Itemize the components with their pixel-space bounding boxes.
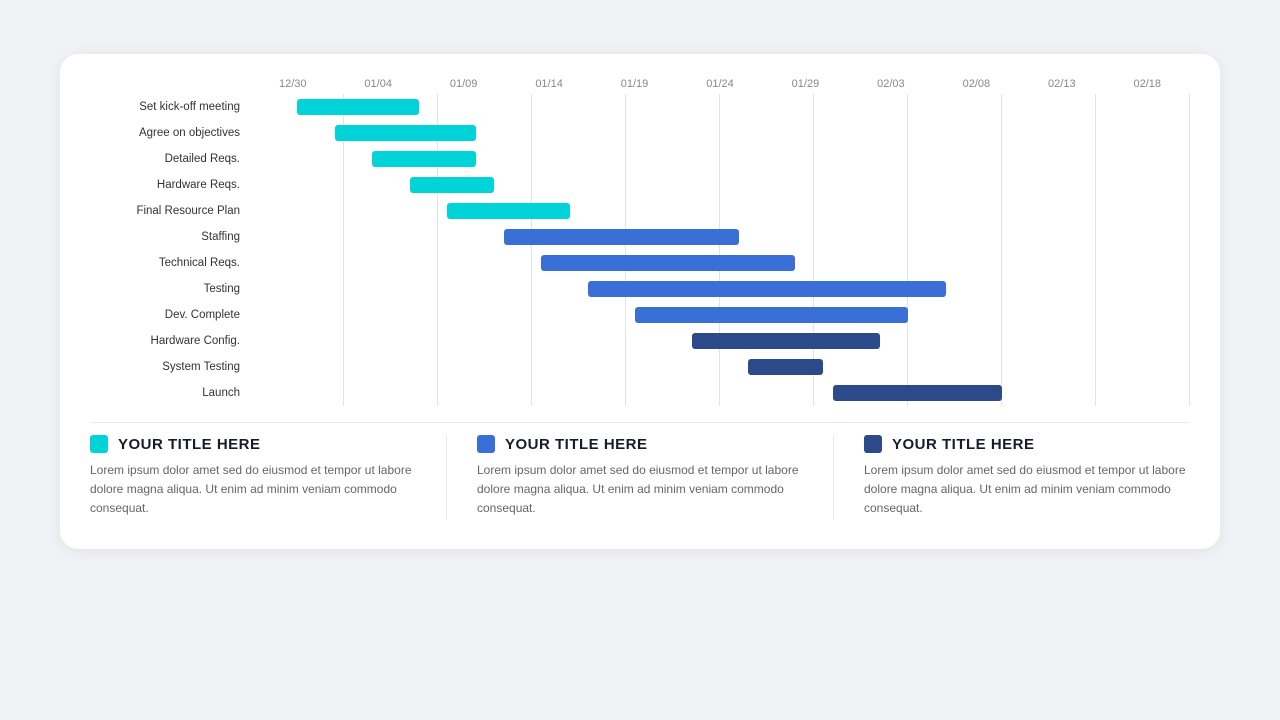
- section-title-row: YOUR TITLE HERE: [477, 435, 803, 453]
- gantt-col-label: 01/04: [335, 78, 420, 90]
- gantt-task-label: Detailed Reqs.: [90, 153, 250, 165]
- gantt-grid-cell: [250, 198, 1190, 224]
- gantt-grid-cell: [250, 380, 1190, 406]
- gantt-col-label: 12/30: [250, 78, 335, 90]
- vertical-separator: [833, 435, 834, 519]
- gantt-rows: Set kick-off meeting Agree on objectives D…: [90, 94, 1190, 406]
- section-title: YOUR TITLE HERE: [505, 436, 648, 453]
- main-card: 12/3001/0401/0901/1401/1901/2401/2902/03…: [60, 54, 1220, 549]
- gantt-grid-cell: [250, 276, 1190, 302]
- gantt-task-label: Launch: [90, 387, 250, 399]
- gantt-row: Detailed Reqs.: [90, 146, 1190, 172]
- gantt-bar: [635, 307, 908, 323]
- gantt-col-label: 01/29: [763, 78, 848, 90]
- gantt-bar: [833, 385, 1002, 401]
- gantt-task-label: Staffing: [90, 231, 250, 243]
- gantt-task-label: Agree on objectives: [90, 127, 250, 139]
- section-title: YOUR TITLE HERE: [118, 436, 261, 453]
- bottom-section-3: YOUR TITLE HERE Lorem ipsum dolor amet se…: [844, 435, 1190, 519]
- bottom-section-2: YOUR TITLE HERE Lorem ipsum dolor amet se…: [457, 435, 823, 519]
- gantt-col-label: 01/24: [677, 78, 762, 90]
- gantt-bar: [748, 359, 823, 375]
- section-body: Lorem ipsum dolor amet sed do eiusmod et…: [90, 461, 416, 519]
- gantt-grid-cell: [250, 94, 1190, 120]
- gantt-col-label: 02/18: [1105, 78, 1190, 90]
- gantt-bar: [541, 255, 795, 271]
- gantt-bar: [410, 177, 495, 193]
- gantt-col-label: 02/03: [848, 78, 933, 90]
- gantt-row: Final Resource Plan: [90, 198, 1190, 224]
- gantt-row: Staffing: [90, 224, 1190, 250]
- gantt-col-label: 01/09: [421, 78, 506, 90]
- section-color-icon: [90, 435, 108, 453]
- gantt-task-label: Testing: [90, 283, 250, 295]
- section-divider: [90, 422, 1190, 423]
- gantt-bar: [692, 333, 880, 349]
- gantt-row: Testing: [90, 276, 1190, 302]
- vertical-separator: [446, 435, 447, 519]
- section-color-icon: [477, 435, 495, 453]
- slide: 12/3001/0401/0901/1401/1901/2401/2902/03…: [0, 0, 1280, 720]
- gantt-grid-cell: [250, 146, 1190, 172]
- gantt-col-label: 01/19: [592, 78, 677, 90]
- section-title: YOUR TITLE HERE: [892, 436, 1035, 453]
- gantt-row: Launch: [90, 380, 1190, 406]
- gantt-row: Agree on objectives: [90, 120, 1190, 146]
- gantt-row: Set kick-off meeting: [90, 94, 1190, 120]
- gantt-grid-cell: [250, 224, 1190, 250]
- gantt-grid-cell: [250, 354, 1190, 380]
- gantt-header: 12/3001/0401/0901/1401/1901/2401/2902/03…: [250, 78, 1190, 90]
- gantt-col-label: 02/08: [934, 78, 1019, 90]
- gantt-row: Technical Reqs.: [90, 250, 1190, 276]
- gantt-task-label: Hardware Reqs.: [90, 179, 250, 191]
- section-title-row: YOUR TITLE HERE: [90, 435, 416, 453]
- bottom-grid: YOUR TITLE HERE Lorem ipsum dolor amet se…: [90, 435, 1190, 519]
- gantt-task-label: Technical Reqs.: [90, 257, 250, 269]
- gantt-chart: 12/3001/0401/0901/1401/1901/2401/2902/03…: [90, 78, 1190, 406]
- gantt-bar: [588, 281, 945, 297]
- gantt-grid-cell: [250, 302, 1190, 328]
- gantt-bar: [447, 203, 569, 219]
- gantt-col-label: 02/13: [1019, 78, 1104, 90]
- gantt-bar: [372, 151, 475, 167]
- section-title-row: YOUR TITLE HERE: [864, 435, 1190, 453]
- gantt-task-label: System Testing: [90, 361, 250, 373]
- gantt-task-label: Hardware Config.: [90, 335, 250, 347]
- gantt-row: Hardware Config.: [90, 328, 1190, 354]
- gantt-task-label: Final Resource Plan: [90, 205, 250, 217]
- gantt-grid-cell: [250, 172, 1190, 198]
- gantt-bar: [297, 99, 419, 115]
- gantt-bar: [504, 229, 739, 245]
- section-color-icon: [864, 435, 882, 453]
- gantt-col-label: 01/14: [506, 78, 591, 90]
- gantt-grid-cell: [250, 120, 1190, 146]
- gantt-bar: [335, 125, 476, 141]
- bottom-section-1: YOUR TITLE HERE Lorem ipsum dolor amet se…: [90, 435, 436, 519]
- gantt-task-label: Set kick-off meeting: [90, 101, 250, 113]
- gantt-row: Hardware Reqs.: [90, 172, 1190, 198]
- gantt-grid-cell: [250, 250, 1190, 276]
- gantt-row: System Testing: [90, 354, 1190, 380]
- gantt-row: Dev. Complete: [90, 302, 1190, 328]
- section-body: Lorem ipsum dolor amet sed do eiusmod et…: [864, 461, 1190, 519]
- section-body: Lorem ipsum dolor amet sed do eiusmod et…: [477, 461, 803, 519]
- gantt-grid-cell: [250, 328, 1190, 354]
- gantt-task-label: Dev. Complete: [90, 309, 250, 321]
